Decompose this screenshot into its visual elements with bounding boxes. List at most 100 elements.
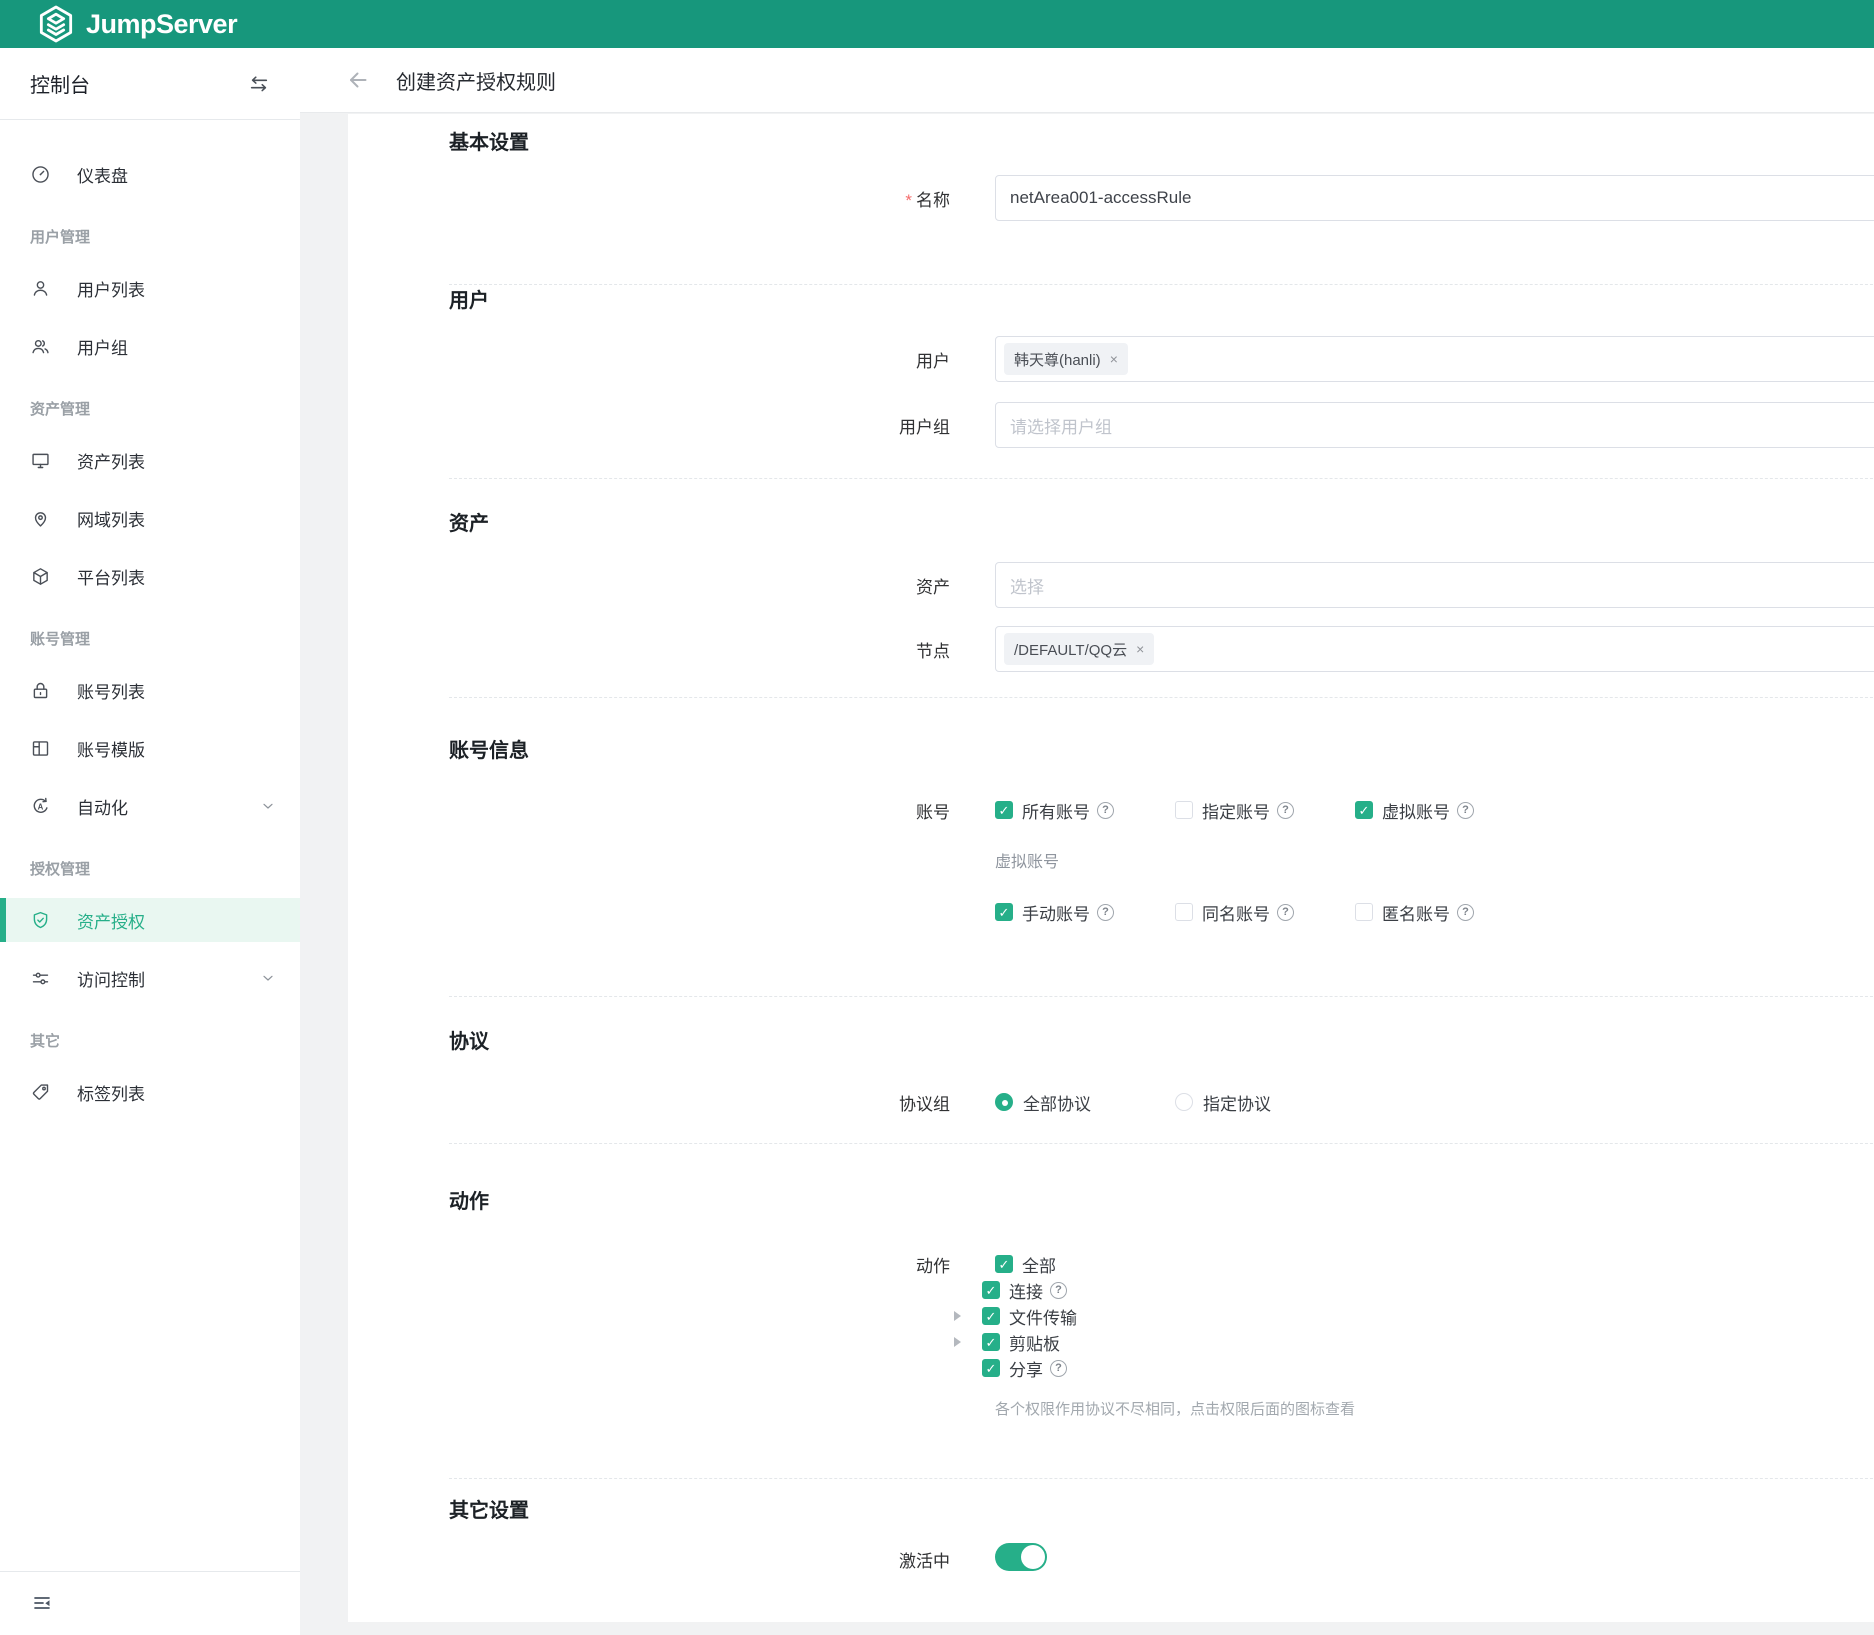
- sidebar-item-dashboard[interactable]: 仪表盘: [0, 152, 300, 196]
- checkbox-box[interactable]: ✓: [982, 1333, 1000, 1351]
- sidebar-item-asset-list[interactable]: 资产列表: [0, 438, 300, 482]
- collapse-sidebar-button[interactable]: [30, 1591, 56, 1617]
- section-divider: [449, 1143, 1874, 1144]
- remove-node-tag-icon[interactable]: ×: [1136, 642, 1144, 656]
- name-input[interactable]: netArea001-accessRule: [995, 175, 1874, 221]
- checkbox-all-accounts[interactable]: ✓ 所有账号 ?: [995, 798, 1175, 823]
- checkbox-same-name-account[interactable]: 同名账号 ?: [1175, 900, 1355, 925]
- sidebar-item-user-groups[interactable]: 用户组: [0, 324, 300, 368]
- checkbox-action-clipboard[interactable]: ✓ 剪贴板: [982, 1330, 1060, 1355]
- section-title-action: 动作: [449, 1188, 1874, 1216]
- user-group-placeholder: 请选择用户组: [1004, 413, 1112, 438]
- remove-user-tag-icon[interactable]: ×: [1110, 352, 1118, 366]
- virtual-account-options-row: ✓ 手动账号 ? 同名账号 ? 匿名账号 ?: [348, 899, 1874, 925]
- sidebar-item-automation[interactable]: A 自动化: [0, 784, 300, 828]
- sidebar-group-accounts: 账号管理: [30, 630, 300, 650]
- section-divider: [449, 697, 1874, 698]
- sidebar-item-asset-permission[interactable]: 资产授权: [0, 898, 300, 942]
- checkbox-action-share[interactable]: ✓ 分享 ?: [982, 1356, 1067, 1381]
- account-label: 账号: [348, 798, 950, 823]
- checkbox-box[interactable]: ✓: [995, 801, 1013, 819]
- sidebar-item-account-list[interactable]: 账号列表: [0, 668, 300, 712]
- active-toggle[interactable]: [995, 1543, 1047, 1571]
- sidebar-item-tag-list[interactable]: 标签列表: [0, 1070, 300, 1114]
- radio-all-protocols[interactable]: 全部协议: [995, 1090, 1175, 1115]
- chevron-down-icon[interactable]: [260, 970, 276, 986]
- jumpserver-logo[interactable]: JumpServer: [36, 4, 237, 44]
- checkbox-box[interactable]: [1355, 903, 1373, 921]
- user-select[interactable]: 韩天尊(hanli) ×: [995, 336, 1874, 382]
- brand-name: JumpServer: [86, 9, 237, 40]
- asset-placeholder: 选择: [1004, 573, 1044, 598]
- checkbox-action-file-transfer[interactable]: ✓ 文件传输: [982, 1304, 1077, 1329]
- expand-caret-icon[interactable]: [954, 1311, 961, 1321]
- sidebar-item-label: 仪表盘: [77, 162, 128, 187]
- user-tag-label: 韩天尊(hanli): [1014, 349, 1101, 370]
- sidebar-item-account-template[interactable]: 账号模版: [0, 726, 300, 770]
- checkbox-specified-accounts[interactable]: 指定账号 ?: [1175, 798, 1355, 823]
- help-icon[interactable]: ?: [1457, 802, 1474, 819]
- checkbox-box[interactable]: [1175, 801, 1193, 819]
- checkbox-manual-account[interactable]: ✓ 手动账号 ?: [995, 900, 1175, 925]
- sidebar-group-users: 用户管理: [30, 228, 300, 248]
- sidebar-item-label: 用户组: [77, 334, 128, 359]
- checkbox-virtual-accounts[interactable]: ✓ 虚拟账号 ?: [1355, 798, 1535, 823]
- virtual-accounts-subtitle: 虚拟账号: [995, 852, 1874, 874]
- sidebar-item-label: 账号模版: [77, 736, 145, 761]
- swap-arrows-icon: [248, 73, 270, 95]
- active-label: 激活中: [348, 1547, 950, 1572]
- checkbox-box[interactable]: ✓: [1355, 801, 1373, 819]
- users-icon: [30, 336, 51, 357]
- name-input-value: netArea001-accessRule: [1010, 188, 1191, 208]
- asset-row: 资产 选择: [348, 562, 1874, 608]
- help-icon[interactable]: ?: [1457, 904, 1474, 921]
- node-select[interactable]: /DEFAULT/QQ云 ×: [995, 626, 1874, 672]
- back-arrow-icon: [346, 68, 370, 92]
- help-icon[interactable]: ?: [1277, 904, 1294, 921]
- checkbox-box[interactable]: ✓: [995, 903, 1013, 921]
- form-card: 基本设置 *名称 netArea001-accessRule 用户 用户 韩天尊…: [348, 114, 1874, 1622]
- sidebar-item-access-control[interactable]: 访问控制: [0, 956, 300, 1000]
- help-icon[interactable]: ?: [1097, 802, 1114, 819]
- sidebar-title: 控制台: [30, 69, 90, 98]
- node-tag[interactable]: /DEFAULT/QQ云 ×: [1004, 633, 1154, 665]
- checkbox-box[interactable]: ✓: [982, 1281, 1000, 1299]
- sidebar-item-platform-list[interactable]: 平台列表: [0, 554, 300, 598]
- page-title: 创建资产授权规则: [396, 66, 556, 95]
- action-connect-row: ✓ 连接 ?: [348, 1277, 1874, 1303]
- help-icon[interactable]: ?: [1277, 802, 1294, 819]
- help-icon[interactable]: ?: [1050, 1360, 1067, 1377]
- help-icon[interactable]: ?: [1097, 904, 1114, 921]
- page-header: 创建资产授权规则: [300, 48, 1874, 113]
- sidebar-item-domain-list[interactable]: 网域列表: [0, 496, 300, 540]
- user-tag[interactable]: 韩天尊(hanli) ×: [1004, 343, 1128, 375]
- back-button[interactable]: [346, 68, 370, 92]
- checkbox-box[interactable]: ✓: [995, 1255, 1013, 1273]
- checkbox-anonymous-account[interactable]: 匿名账号 ?: [1355, 900, 1535, 925]
- radio-button[interactable]: [1175, 1093, 1193, 1111]
- sidebar-footer: [0, 1571, 300, 1635]
- section-title-basic: 基本设置: [449, 129, 1874, 157]
- checkbox-box[interactable]: ✓: [982, 1359, 1000, 1377]
- sidebar-item-user-list[interactable]: 用户列表: [0, 266, 300, 310]
- checkbox-action-all[interactable]: ✓ 全部: [995, 1252, 1175, 1277]
- user-group-row: 用户组 请选择用户组: [348, 402, 1874, 448]
- asset-select[interactable]: 选择: [995, 562, 1874, 608]
- monitor-icon: [30, 450, 51, 471]
- user-group-select[interactable]: 请选择用户组: [995, 402, 1874, 448]
- template-icon: [30, 738, 51, 759]
- expand-caret-icon[interactable]: [954, 1337, 961, 1347]
- account-options-row: 账号 ✓ 所有账号 ? 指定账号 ? ✓ 虚拟账号 ?: [348, 797, 1874, 823]
- radio-specified-protocols[interactable]: 指定协议: [1175, 1090, 1355, 1115]
- checkbox-box[interactable]: [1175, 903, 1193, 921]
- radio-button[interactable]: [995, 1093, 1013, 1111]
- user-icon: [30, 278, 51, 299]
- checkbox-action-connect[interactable]: ✓ 连接 ?: [982, 1278, 1067, 1303]
- checkbox-box[interactable]: ✓: [982, 1307, 1000, 1325]
- asset-label: 资产: [348, 573, 950, 598]
- tag-icon: [30, 1082, 51, 1103]
- help-icon[interactable]: ?: [1050, 1282, 1067, 1299]
- switch-view-button[interactable]: [246, 71, 272, 97]
- chevron-down-icon[interactable]: [260, 798, 276, 814]
- main-content: 创建资产授权规则 基本设置 *名称 netArea001-accessRule …: [300, 48, 1874, 1635]
